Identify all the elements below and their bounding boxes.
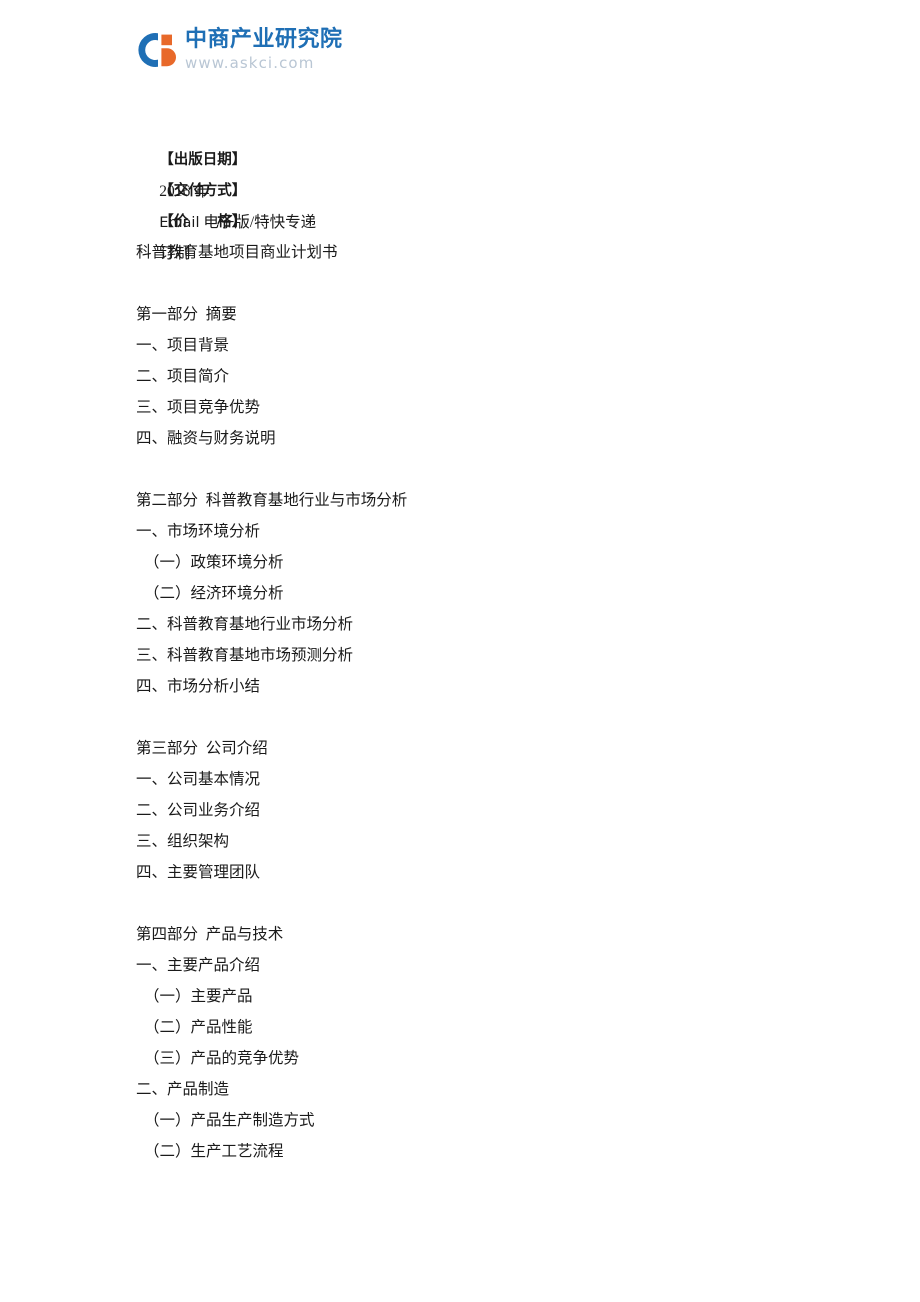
toc-item: 二、公司业务介绍 xyxy=(136,802,261,819)
meta-row-publish-date: 【出版日期】 2016 年 xyxy=(136,113,836,200)
toc-subitem: （一）政策环境分析 xyxy=(144,554,284,571)
meta-label-publish-date: 【出版日期】 xyxy=(159,152,247,168)
toc-item: 一、公司基本情况 xyxy=(136,771,261,788)
site-logo: 中商产业研究院 www.askci.com xyxy=(136,22,343,78)
askci-logo-mark-icon xyxy=(136,30,176,70)
toc-subitem: （一）主要产品 xyxy=(144,988,253,1005)
toc-item: 四、主要管理团队 xyxy=(136,864,261,881)
toc-subitem: （三）产品的竞争优势 xyxy=(144,1050,300,1067)
meta-label-price: 【价 格】 xyxy=(159,214,247,230)
logo-website-url: www.askci.com xyxy=(185,54,315,72)
toc-item: 三、项目竞争优势 xyxy=(136,399,261,416)
toc-section-heading-1: 第一部分 摘要 xyxy=(136,306,237,323)
toc-item: 四、融资与财务说明 xyxy=(136,430,276,447)
logo-company-name: 中商产业研究院 xyxy=(185,27,343,52)
toc-item: 四、市场分析小结 xyxy=(136,678,261,695)
meta-label-delivery-method: 【交付方式】 xyxy=(159,183,247,199)
logo-wordmark: 中商产业研究院 www.askci.com xyxy=(185,27,343,73)
toc-subitem: （二）产品性能 xyxy=(144,1019,253,1036)
toc-section-heading-3: 第三部分 公司介绍 xyxy=(136,740,268,757)
toc-item: 一、项目背景 xyxy=(136,337,230,354)
toc-subitem: （二）生产工艺流程 xyxy=(144,1143,284,1160)
toc-section-heading-4: 第四部分 产品与技术 xyxy=(136,926,284,943)
toc-item: 一、主要产品介绍 xyxy=(136,957,261,974)
toc-item: 三、科普教育基地市场预测分析 xyxy=(136,647,354,664)
toc-subitem: （二）经济环境分析 xyxy=(144,585,284,602)
document-content: 【出版日期】 2016 年 【交付方式】 Email 电子版/特快专递 【价 格… xyxy=(136,113,836,1167)
report-title: 科普教育基地项目商业计划书 xyxy=(136,244,338,261)
document-page: 中商产业研究院 www.askci.com 【出版日期】 2016 年 【交付方… xyxy=(0,0,920,1302)
toc-item: 三、组织架构 xyxy=(136,833,230,850)
toc-item: 二、产品制造 xyxy=(136,1081,230,1098)
toc-item: 二、项目简介 xyxy=(136,368,230,385)
toc-item: 二、科普教育基地行业市场分析 xyxy=(136,616,354,633)
toc-item: 一、市场环境分析 xyxy=(136,523,261,540)
toc-section-heading-2: 第二部分 科普教育基地行业与市场分析 xyxy=(136,492,408,509)
toc-subitem: （一）产品生产制造方式 xyxy=(144,1112,315,1129)
